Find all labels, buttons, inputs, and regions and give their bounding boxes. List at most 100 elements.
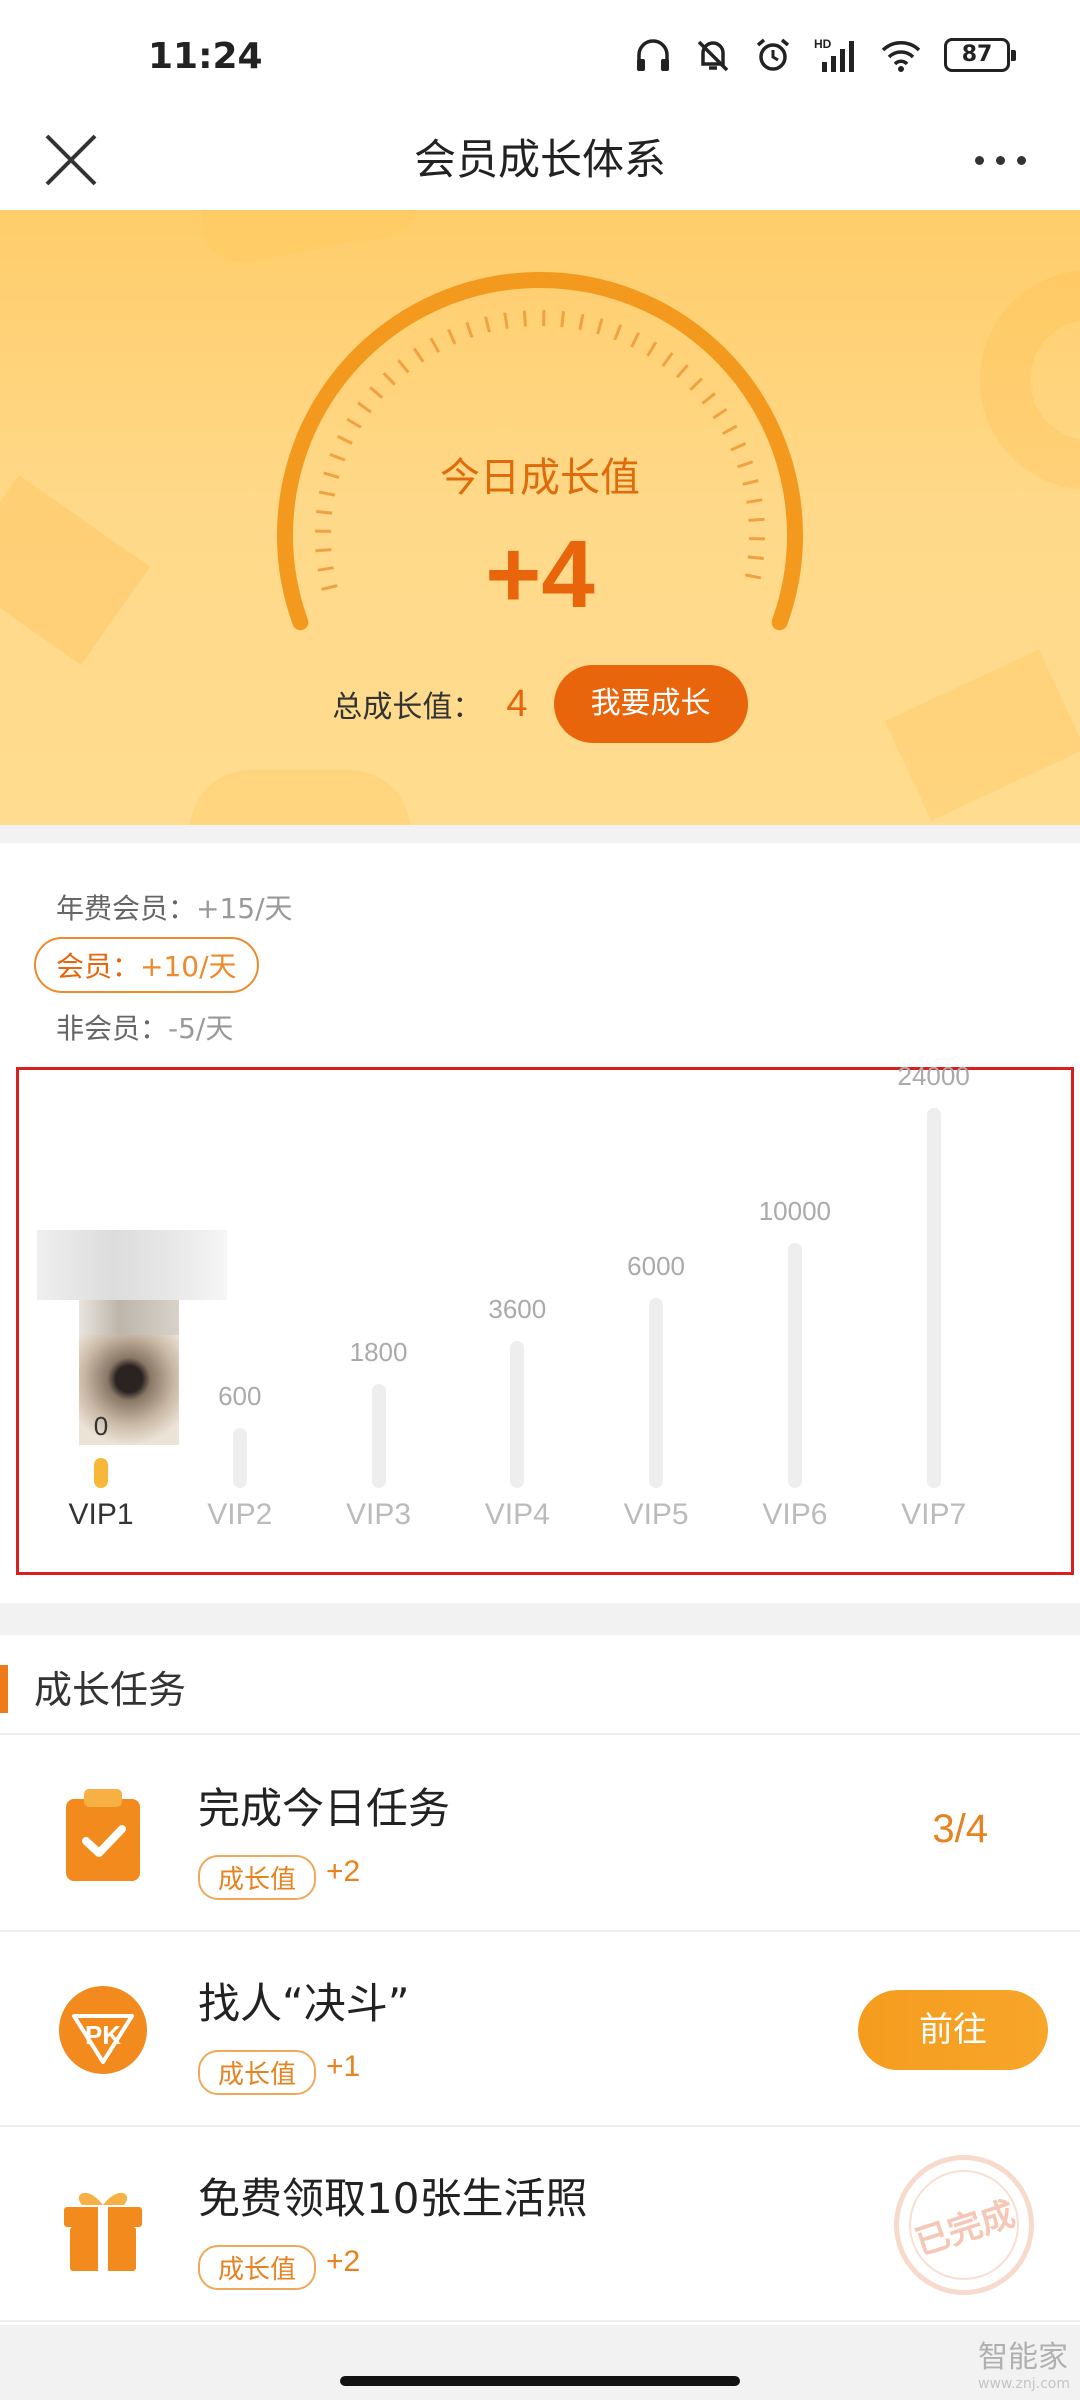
decor-shape [0, 474, 150, 666]
vip-level-threshold: 1800 [349, 1337, 408, 1367]
vip-level-threshold: 6000 [627, 1251, 686, 1281]
growth-tag: 成长值 [198, 2050, 317, 2095]
vip-level-threshold: 0 [93, 1411, 109, 1441]
vip-level-6: 10000 VIP6 [745, 1167, 845, 1532]
stamp-text: 已完成 [910, 2193, 1020, 2264]
total-growth-label: 总成长值： [332, 690, 483, 725]
vip-level-bar [94, 1458, 108, 1488]
gauge-tick [346, 417, 362, 429]
total-growth-row: 总成长值： 4 我要成长 [0, 665, 1080, 743]
gauge-tick [484, 316, 491, 333]
wifi-icon [881, 41, 921, 72]
vip-level-threshold: 24000 [897, 1061, 970, 1091]
rule-value: +10/天 [140, 950, 237, 983]
gauge-tick [357, 401, 372, 414]
vip-level-chart: 0 VIP1 600 VIP2 1800 VIP3 3600 VIP4 6000 VIP5 1000… [16, 1061, 1074, 1575]
gauge-tick [675, 364, 689, 379]
vip-level-4: 3600 VIP4 [467, 1265, 567, 1532]
gauge-tick [701, 392, 716, 405]
gauge-tick [578, 313, 585, 331]
gauge-tick [316, 509, 333, 515]
vip-level-label: VIP2 [207, 1498, 273, 1531]
level-section: 年费会员：+15/天 会员：+10/天 非会员：-5/天 0 VIP1 600 VIP… [0, 843, 1080, 1603]
decor-shape [190, 770, 410, 825]
home-indicator[interactable] [340, 2376, 740, 2386]
growth-tasks: 成长任务 完成今日任务 成长值 +2 3/4 PK 找人“决斗” 成长值 +1 … [0, 1635, 1080, 2325]
today-growth-value: +4 [485, 521, 595, 628]
vip-level-threshold: 3600 [488, 1294, 547, 1324]
gauge-tick [712, 407, 728, 420]
task-title: 免费领取10张生活照 [198, 2174, 588, 2223]
growth-gauge: 今日成长值 +4 [270, 265, 810, 685]
vip-level-5: 6000 VIP5 [606, 1222, 706, 1532]
vip-level-label: VIP7 [901, 1498, 967, 1531]
watermark: 智能家 www.znj.com [978, 2332, 1070, 2392]
gauge-tick [613, 324, 623, 341]
gauge-tick [397, 359, 410, 374]
rule-value: +15/天 [196, 892, 293, 925]
task-progress: 3/4 [932, 1807, 988, 1851]
rule-label: 非会员： [56, 1012, 169, 1045]
task-item: PK 找人“决斗” 成长值 +1 前往 [0, 1932, 1080, 2127]
vip-level-2: 600 VIP2 [190, 1352, 290, 1532]
total-growth-value: 4 [506, 682, 528, 725]
rule-member: 会员：+10/天 [34, 937, 259, 993]
headphones-icon [637, 39, 669, 71]
task-item: 完成今日任务 成长值 +2 3/4 [0, 1737, 1080, 1932]
gift-icon [64, 2192, 142, 2271]
task-item: 免费领取10张生活照 成长值 +2 已完成 [0, 2127, 1080, 2322]
status-icons: HD 87 [634, 36, 1016, 74]
gauge-tick [337, 435, 353, 445]
vip-level-bar [371, 1384, 386, 1488]
tasks-header: 成长任务 [0, 1635, 1080, 1735]
grow-button[interactable]: 我要成长 [553, 665, 748, 743]
go-button[interactable]: 前往 [858, 1990, 1048, 2070]
gauge-tick [369, 386, 384, 400]
vip-level-1: 0 VIP1 [51, 1398, 151, 1532]
today-growth-label: 今日成长值 [440, 455, 640, 501]
completed-stamp: 已完成 [875, 2136, 1053, 2314]
gauge-tick [722, 424, 738, 435]
watermark-url: www.znj.com [978, 2376, 1070, 2392]
tasks-title: 成长任务 [34, 1668, 187, 1712]
gauge-tick [503, 312, 509, 329]
bell-off-icon [697, 40, 729, 72]
growth-tag: 成长值 [198, 2245, 317, 2290]
vip-level-bar [232, 1428, 247, 1488]
task-title: 找人“决斗” [198, 1979, 410, 2028]
gauge-tick [661, 352, 674, 367]
vip-level-label: VIP6 [762, 1498, 828, 1531]
more-button[interactable] [960, 120, 1040, 200]
status-bar: 11:24 HD 87 [0, 0, 1080, 120]
vip-level-label: VIP4 [484, 1498, 550, 1531]
vip-level-bar [510, 1341, 525, 1488]
svg-text:HD: HD [814, 37, 832, 51]
decor-shape [194, 210, 426, 269]
vip-level-bar [649, 1298, 664, 1488]
gauge-tick [689, 377, 703, 391]
growth-tag: 成长值 [198, 1855, 317, 1900]
decor-shape [980, 270, 1080, 490]
vip-level-3: 1800 VIP3 [329, 1308, 429, 1532]
gauge-tick [447, 328, 457, 345]
pk-badge-icon: PK [59, 1986, 147, 2074]
more-icon [974, 155, 984, 165]
nav-bar: 会员成长体系 [0, 120, 1080, 210]
gauge-tick [412, 347, 425, 363]
rule-non-member: 非会员：-5/天 [56, 1007, 233, 1047]
rule-annual-member: 年费会员：+15/天 [56, 887, 293, 927]
vip-level-7: 24000 VIP7 [884, 1032, 984, 1532]
growth-plus: +1 [326, 2050, 361, 2083]
vip-level-bar [926, 1108, 941, 1488]
vip-level-label: VIP5 [623, 1498, 689, 1531]
rule-label: 年费会员： [56, 892, 197, 925]
vip-level-label: VIP1 [68, 1498, 134, 1531]
vip-level-label: VIP3 [346, 1498, 412, 1531]
gauge-tick [382, 372, 396, 386]
vip-level-bar [787, 1243, 802, 1488]
vip-level-threshold: 600 [218, 1381, 262, 1411]
growth-hero: 今日成长值 +4 总成长值： 4 我要成长 [0, 210, 1080, 825]
signal-hd-icon: HD [814, 37, 854, 72]
gauge-tick [596, 318, 604, 335]
section-accent-bar [0, 1665, 8, 1713]
